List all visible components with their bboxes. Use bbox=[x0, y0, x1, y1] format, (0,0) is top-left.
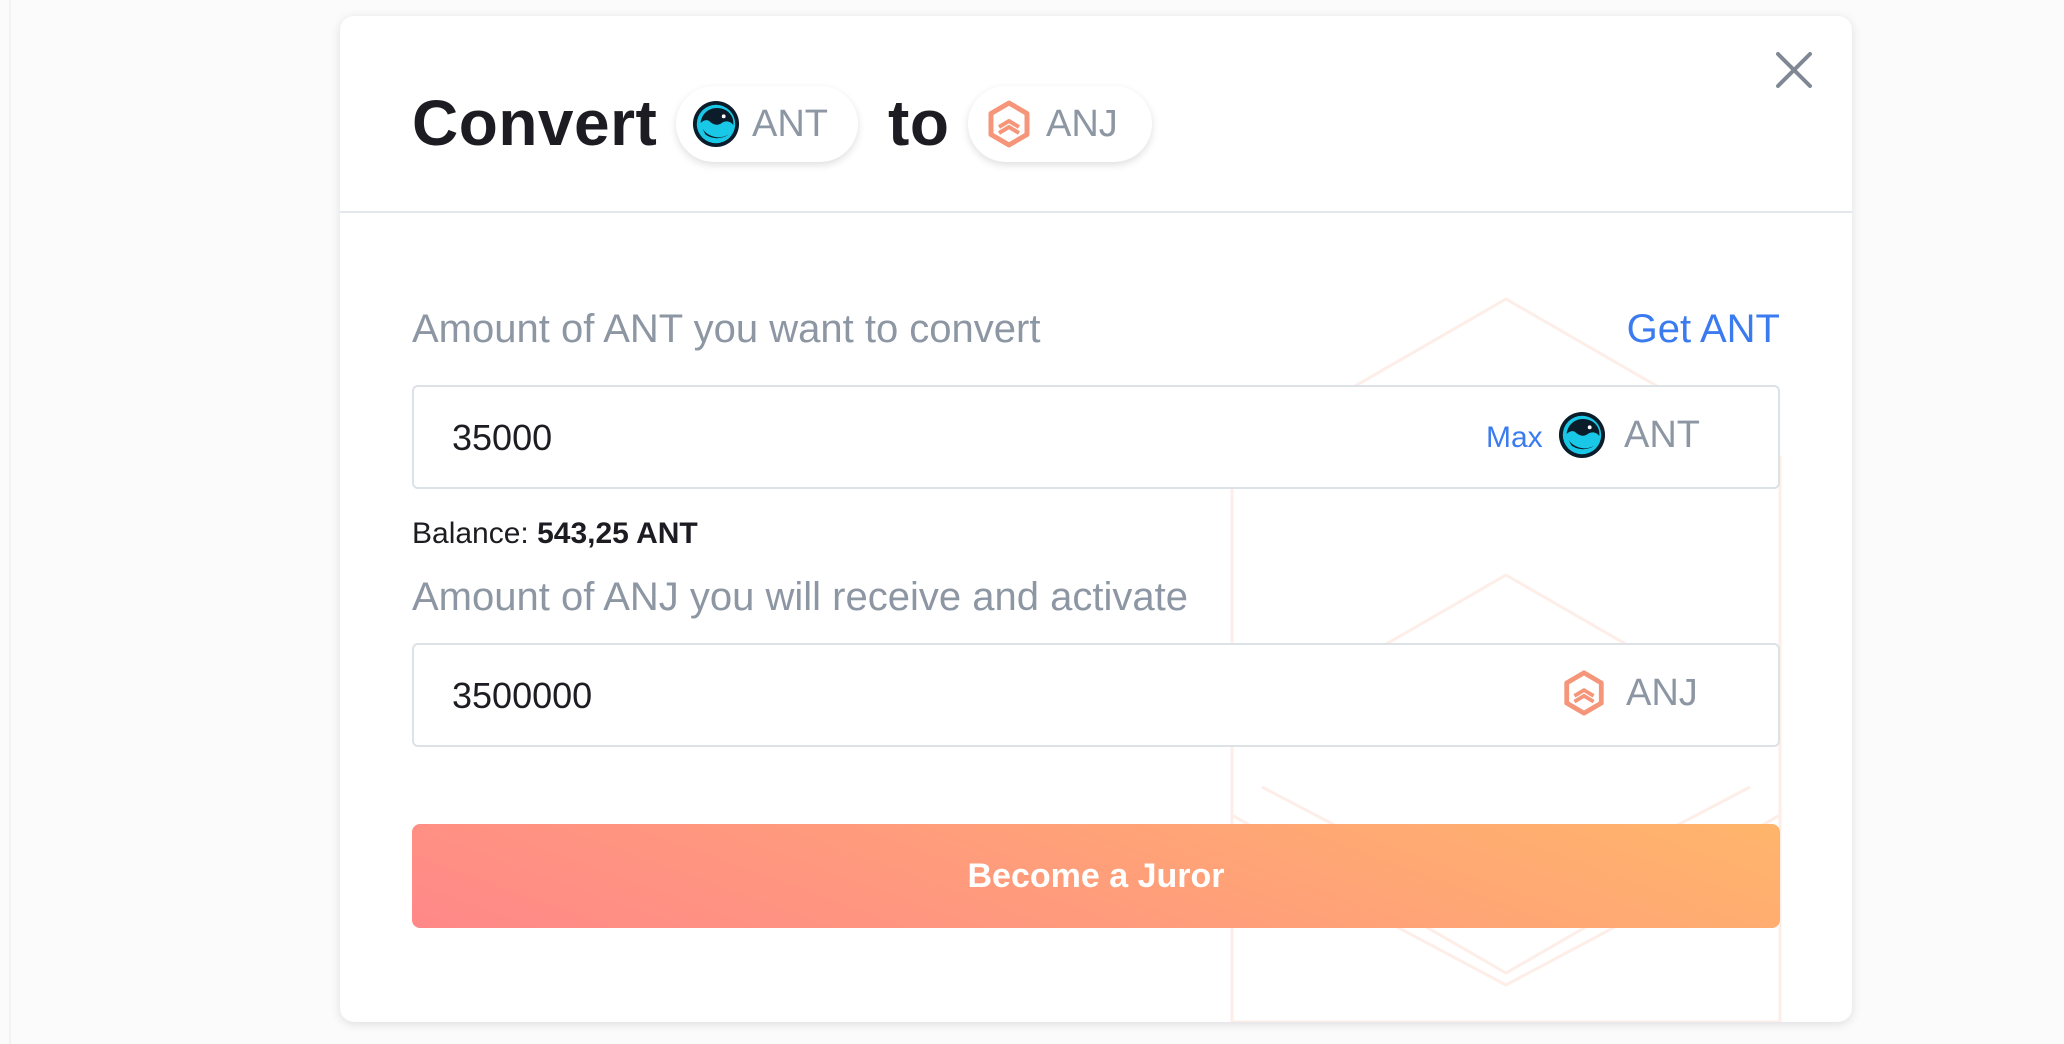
to-amount-label: Amount of ANJ you will receive and activ… bbox=[412, 575, 1188, 619]
page-left-edge bbox=[9, 0, 11, 1044]
max-button[interactable]: Max bbox=[1486, 421, 1543, 455]
convert-dialog: Convert ANT to ANJ Amount of ANT you wan… bbox=[340, 16, 1852, 1022]
aragon-ant-icon bbox=[692, 100, 740, 148]
dialog-body: Amount of ANT you want to convert Get AN… bbox=[340, 215, 1852, 1022]
anj-hexagon-icon bbox=[988, 100, 1030, 148]
from-token-symbol: ANT bbox=[752, 102, 828, 145]
get-ant-link[interactable]: Get ANT bbox=[1627, 307, 1780, 352]
from-amount-label: Amount of ANT you want to convert bbox=[412, 307, 1041, 351]
to-amount-input[interactable] bbox=[452, 669, 1352, 723]
from-amount-field: Max ANT bbox=[412, 385, 1780, 489]
dialog-title-convert: Convert bbox=[412, 87, 658, 159]
dialog-title-to: to bbox=[888, 87, 950, 159]
become-juror-button[interactable]: Become a Juror bbox=[412, 824, 1780, 928]
balance-value: 543,25 ANT bbox=[537, 517, 698, 550]
close-icon bbox=[1776, 52, 1812, 88]
from-amount-input[interactable] bbox=[452, 411, 1352, 465]
to-field-token: ANJ bbox=[1560, 669, 1698, 717]
from-field-token: ANT bbox=[1558, 411, 1700, 459]
to-token-chip: ANJ bbox=[968, 86, 1152, 162]
from-field-token-symbol: ANT bbox=[1624, 413, 1700, 456]
balance-text: Balance: 543,25 ANT bbox=[412, 517, 698, 551]
close-button[interactable] bbox=[1772, 48, 1816, 92]
to-field-token-symbol: ANJ bbox=[1626, 671, 1698, 714]
balance-label: Balance: bbox=[412, 517, 529, 550]
aragon-ant-icon bbox=[1558, 411, 1606, 459]
to-token-symbol: ANJ bbox=[1046, 102, 1118, 145]
to-amount-field: ANJ bbox=[412, 643, 1780, 747]
dialog-header: Convert ANT to ANJ bbox=[340, 16, 1852, 213]
anj-hexagon-icon bbox=[1564, 670, 1604, 716]
from-token-chip: ANT bbox=[676, 86, 858, 162]
